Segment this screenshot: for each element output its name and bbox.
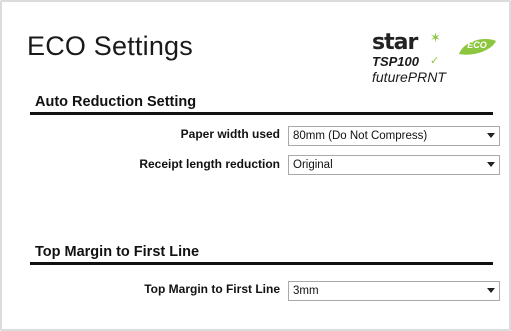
chevron-down-icon <box>487 162 495 167</box>
eco-badge-label: ECO <box>467 40 487 50</box>
star-tsp100-logo: star ✶ ECO TSP100 ✓ futurePRNT <box>372 30 502 90</box>
section-divider <box>30 112 493 115</box>
paper-width-value: 80mm (Do Not Compress) <box>293 130 428 142</box>
section-heading-auto-reduction: Auto Reduction Setting <box>35 94 197 110</box>
logo-product-line: futurePRNT <box>372 69 446 85</box>
receipt-length-label: Receipt length reduction <box>139 157 280 171</box>
top-margin-label: Top Margin to First Line <box>144 282 280 296</box>
eco-badge: ECO <box>456 38 498 56</box>
eco-settings-panel: ECO Settings star ✶ ECO TSP100 ✓ futureP… <box>0 0 511 331</box>
paper-width-dropdown[interactable]: 80mm (Do Not Compress) <box>288 126 500 146</box>
section-heading-top-margin: Top Margin to First Line <box>35 244 200 260</box>
chevron-down-icon <box>487 133 495 138</box>
leaf-icon: ✓ <box>430 55 440 67</box>
top-margin-value: 3mm <box>293 285 319 297</box>
receipt-length-value: Original <box>293 159 333 171</box>
top-margin-dropdown[interactable]: 3mm <box>288 281 500 301</box>
receipt-length-dropdown[interactable]: Original <box>288 155 500 175</box>
logo-model: TSP100 <box>372 54 419 69</box>
chevron-down-icon <box>487 288 495 293</box>
spark-icon: ✶ <box>430 30 441 45</box>
section-divider <box>30 262 493 265</box>
logo-star-wordmark: star <box>372 30 418 55</box>
paper-width-label: Paper width used <box>180 127 280 141</box>
page-title: ECO Settings <box>27 31 193 61</box>
